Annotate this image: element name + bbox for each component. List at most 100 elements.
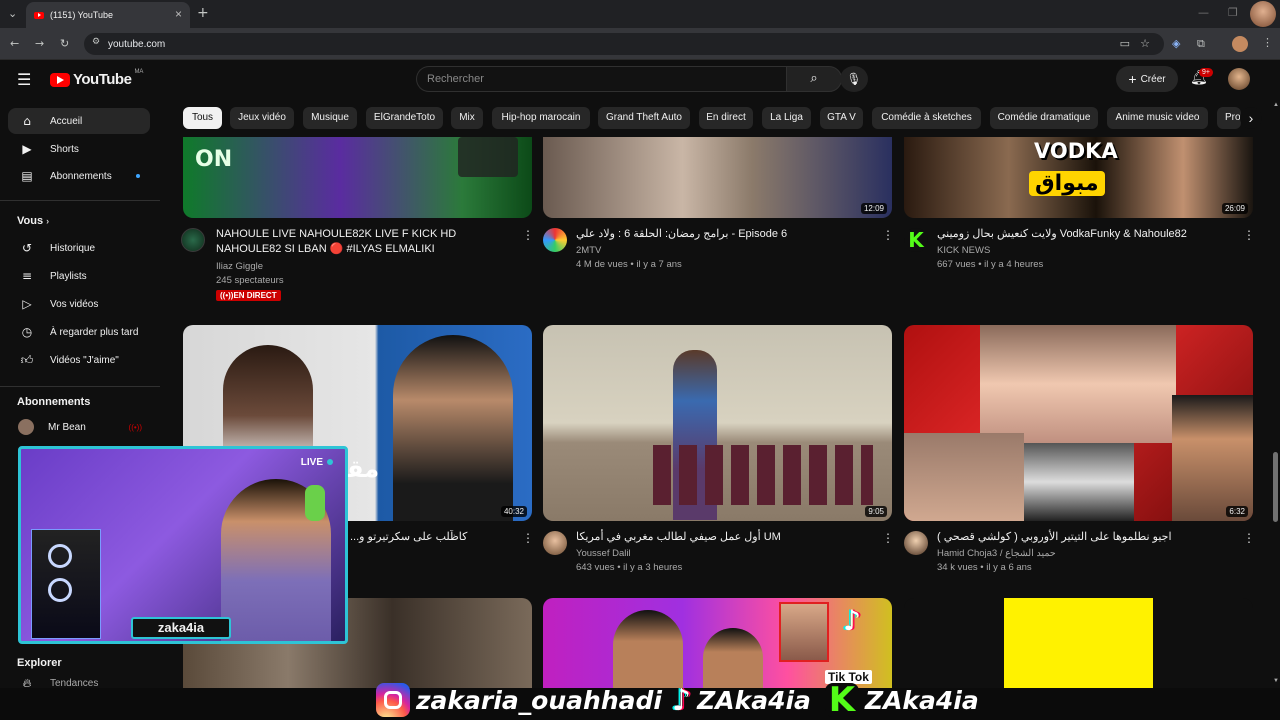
sidebar-item-shorts[interactable]: ▶ Shorts [8,136,150,162]
more-actions-icon[interactable]: ⋮ [522,531,534,545]
sidebar-item-label: Shorts [50,143,79,155]
chip[interactable]: Comédie dramatique [990,107,1098,129]
close-tab-icon[interactable]: × [175,7,182,21]
back-icon[interactable]: ← [10,37,19,50]
minimize-icon[interactable]: — [1198,6,1209,19]
chip[interactable]: Musique [303,107,357,129]
playlists-icon: ≡ [21,269,33,283]
profile-avatar[interactable] [1250,1,1276,27]
chrome-profile-avatar[interactable] [1232,36,1248,52]
sidebar-item-subscription[interactable]: Mr Bean ((•)) [8,414,150,440]
you-section-heading[interactable]: Vous › [17,215,49,227]
more-actions-icon[interactable]: ⋮ [1243,531,1255,545]
create-button[interactable]: + Créer [1116,66,1178,92]
channel-avatar[interactable] [543,531,567,555]
restore-icon[interactable]: ❐ [1228,6,1238,19]
video-thumbnail[interactable]: 12:09 [543,137,892,218]
search-button[interactable]: ⌕ [786,66,842,92]
hamburger-menu-icon[interactable]: ☰ [17,70,31,89]
video-thumbnail[interactable]: ♪ Tik Tok [543,598,892,688]
voice-search-button[interactable]: 🎙 [840,66,868,92]
channel-name[interactable]: Hamid Choja3 / حميد الشجاع [937,547,1056,561]
cast-icon[interactable]: ▭ [1120,37,1130,50]
chip[interactable]: En direct [699,107,753,129]
video-title[interactable]: NAHOULE LIVE NAHOULE82K LIVE F KICK HD N… [216,227,506,257]
extension-icon[interactable]: ◈ [1172,37,1180,50]
sidebar-item-playlists[interactable]: ≡ Playlists [8,263,150,289]
video-title[interactable]: ولايت كنعيش بحال زوميني VodkaFunky & Nah… [937,227,1227,242]
video-title[interactable]: كاظّلب على سكرتيرتو و... [350,530,520,545]
more-actions-icon[interactable]: ⋮ [522,228,534,242]
scroll-up-icon[interactable]: ▲ [1273,102,1279,108]
chips-next-button[interactable]: › [1240,107,1262,129]
chip[interactable]: Mix [451,107,483,129]
chip-all[interactable]: Tous [183,107,222,129]
scrollbar-thumb[interactable] [1273,452,1278,522]
tab-title: (1151) YouTube [50,10,114,20]
scroll-down-icon[interactable]: ▼ [1273,678,1279,684]
chip[interactable]: ElGrandeToto [366,107,443,129]
sidebar-item-watch-later[interactable]: ◷ À regarder plus tard [8,319,150,345]
chip[interactable]: Hip-hop marocain [492,107,590,129]
channel-name[interactable]: KICK NEWS [937,244,990,258]
chip[interactable]: GTA V [820,107,863,129]
sidebar-item-your-videos[interactable]: ▷ Vos vidéos [8,291,150,317]
search-input[interactable]: Rechercher [416,66,786,92]
video-title[interactable]: أول عمل صيفي لطالب مغربي في أمريكا UM [576,530,866,545]
extensions-puzzle-icon[interactable]: ⧉ [1197,37,1205,51]
video-thumbnail[interactable]: VODKA مبواق 26:09 [904,137,1253,218]
more-actions-icon[interactable]: ⋮ [1243,228,1255,242]
chrome-menu-icon[interactable]: ⋮ [1262,36,1273,49]
youtube-favicon-icon [34,11,44,19]
sidebar-divider [0,386,160,387]
account-avatar[interactable] [1228,68,1250,90]
chip[interactable]: Anime music video [1107,107,1208,129]
url-input[interactable]: ⚙ youtube.com ▭ ☆ [84,33,1164,55]
kick-channel-avatar[interactable]: K [904,228,928,252]
video-thumbnail[interactable]: 6:32 [904,325,1253,521]
channel-avatar[interactable] [543,228,567,252]
channel-avatar[interactable] [904,531,928,555]
video-thumbnail[interactable]: ON [183,137,532,218]
chip[interactable]: Grand Theft Auto [598,107,690,129]
chevron-right-icon: › [1248,110,1254,126]
sidebar-item-label: Tendances [50,677,99,689]
channel-name[interactable]: Iliaz Giggle [216,260,263,274]
channel-name[interactable]: 2MTV [576,244,601,258]
sidebar-item-home[interactable]: ⌂ Accueil [8,108,150,134]
more-actions-icon[interactable]: ⋮ [882,531,894,545]
youtube-logo[interactable]: YouTube MA [50,69,143,88]
browser-tab-bar: ⌄ (1151) YouTube × + — ❐ [0,0,1280,28]
video-title[interactable]: برامج رمضان: الحلقة 6 : ولاد علي - Episo… [576,227,866,242]
sidebar-item-liked-videos[interactable]: 👍︎ Vidéos "J'aime" [8,347,150,373]
sidebar-item-history[interactable]: ↺ Historique [8,235,150,261]
kick-handle: ZAka4ia [864,685,979,715]
subscriptions-icon: ▤ [21,169,33,183]
subscriptions-heading: Abonnements [17,396,91,408]
page-scrollbar[interactable]: ▲ ▼ [1271,100,1280,688]
video-thumbnail[interactable]: 9:05 [543,325,892,521]
your-videos-icon: ▷ [22,297,32,311]
bookmark-star-icon[interactable]: ☆ [1140,37,1150,50]
thumbnail-person [393,335,513,521]
tab-search-icon[interactable]: ⌄ [8,7,17,20]
new-tab-button[interactable]: + [197,5,209,21]
chip[interactable]: Jeux vidéo [230,107,294,129]
channel-avatar[interactable] [181,228,205,252]
site-info-icon[interactable]: ⚙ [92,37,100,47]
sidebar-item-subscriptions[interactable]: ▤ Abonnements [8,163,150,189]
video-thumbnail[interactable] [904,598,1253,688]
chip[interactable]: Comédie à sketches [872,107,981,129]
browser-tab[interactable]: (1151) YouTube × [26,2,190,28]
channel-name[interactable]: Youssef Dalil [576,547,631,561]
plus-icon: + [1128,71,1137,87]
chip[interactable]: La Liga [762,107,811,129]
more-actions-icon[interactable]: ⋮ [882,228,894,242]
chip[interactable]: Pro [1217,107,1241,129]
forward-icon[interactable]: → [35,37,44,50]
home-icon: ⌂ [23,114,31,128]
explore-heading: Explorer [17,657,62,669]
reload-icon[interactable]: ↻ [60,37,69,50]
duration-badge: 26:09 [1221,203,1248,214]
video-title[interactable]: اجيو نطلموها على التيتير الأوروبي ( كولش… [937,530,1227,545]
